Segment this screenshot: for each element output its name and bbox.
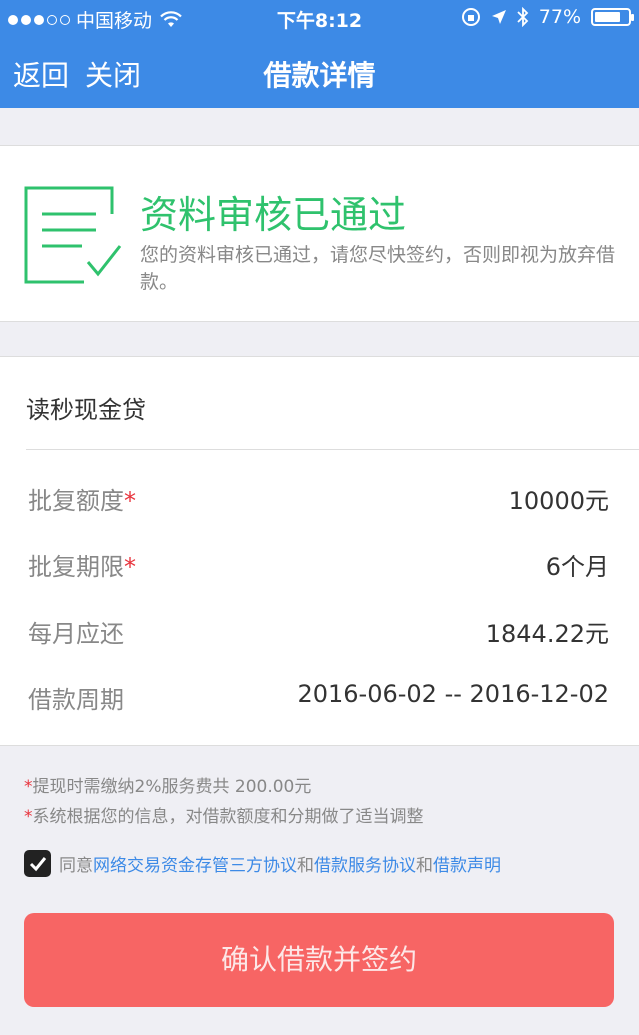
document-approved-icon bbox=[24, 186, 122, 284]
row-value: 2016-06-02 -- 2016-12-02 bbox=[297, 680, 609, 708]
divider bbox=[26, 449, 639, 450]
escrow-agreement-link[interactable]: 网络交易资金存管三方协议 bbox=[93, 851, 297, 876]
row-label: 批复期限 bbox=[28, 553, 124, 581]
loan-service-agreement-link[interactable]: 借款服务协议 bbox=[314, 851, 416, 876]
detail-row-monthly-payment: 每月应还 1844.22元 bbox=[0, 614, 639, 654]
status-bar: 中国移动 下午8:12 77% bbox=[0, 0, 639, 36]
note-star: * bbox=[24, 777, 33, 797]
note-item: *提现时需缴纳2%服务费共 200.00元 bbox=[24, 772, 424, 802]
agreement-and: 和 bbox=[297, 856, 314, 876]
battery-percent: 77% bbox=[538, 6, 581, 28]
battery-icon bbox=[591, 8, 634, 26]
review-status-description: 您的资料审核已通过，请您尽快签约，否则即视为放弃借款。 bbox=[140, 244, 616, 293]
loan-details-card: 读秒现金贷 批复额度* 10000元 批复期限* 6个月 每月应还 1844.2… bbox=[0, 356, 639, 746]
row-label: 借款周期 bbox=[28, 686, 124, 714]
orientation-lock-icon bbox=[461, 8, 480, 26]
required-mark: * bbox=[124, 487, 136, 515]
review-status-title: 资料审核已通过 bbox=[140, 193, 407, 237]
agreement-and: 和 bbox=[416, 856, 433, 876]
note-text: 系统根据您的信息，对借款额度和分期做了适当调整 bbox=[32, 807, 424, 827]
note-star: * bbox=[24, 807, 33, 827]
required-mark: * bbox=[124, 553, 136, 581]
review-status-card: 资料审核已通过 您的资料审核已通过，请您尽快签约，否则即视为放弃借款。 bbox=[0, 145, 639, 322]
detail-row-approved-term: 批复期限* 6个月 bbox=[0, 547, 639, 587]
top-bar: 中国移动 下午8:12 77% 返回 关闭 借款详情 bbox=[0, 0, 639, 108]
row-value: 6个月 bbox=[545, 553, 609, 581]
agreement-prefix: 同意 bbox=[59, 856, 93, 876]
product-name: 读秒现金贷 bbox=[26, 396, 146, 424]
note-item: *系统根据您的信息，对借款额度和分期做了适当调整 bbox=[24, 802, 424, 832]
status-right: 77% bbox=[461, 6, 634, 28]
agreement-row: 同意 网络交易资金存管三方协议 和 借款服务协议 和 借款声明 bbox=[24, 850, 501, 877]
loan-statement-link[interactable]: 借款声明 bbox=[433, 851, 501, 876]
confirm-loan-sign-button[interactable]: 确认借款并签约 bbox=[24, 913, 614, 1007]
page-title: 借款详情 bbox=[263, 59, 376, 92]
checkmark-icon bbox=[29, 856, 46, 871]
row-value: 10000元 bbox=[508, 487, 609, 515]
detail-row-loan-period: 借款周期 2016-06-02 -- 2016-12-02 bbox=[0, 680, 639, 720]
row-value: 1844.22元 bbox=[485, 620, 609, 648]
bluetooth-icon bbox=[517, 7, 529, 27]
row-label: 批复额度 bbox=[28, 487, 124, 515]
detail-row-approved-amount: 批复额度* 10000元 bbox=[0, 481, 639, 521]
location-arrow-icon bbox=[491, 10, 506, 24]
agreement-checkbox[interactable] bbox=[24, 850, 51, 877]
loan-notes: *提现时需缴纳2%服务费共 200.00元 *系统根据您的信息，对借款额度和分期… bbox=[24, 772, 424, 832]
row-label: 每月应还 bbox=[28, 620, 124, 648]
nav-bar: 返回 关闭 借款详情 bbox=[0, 36, 639, 108]
note-text: 提现时需缴纳2%服务费共 200.00元 bbox=[32, 777, 312, 797]
